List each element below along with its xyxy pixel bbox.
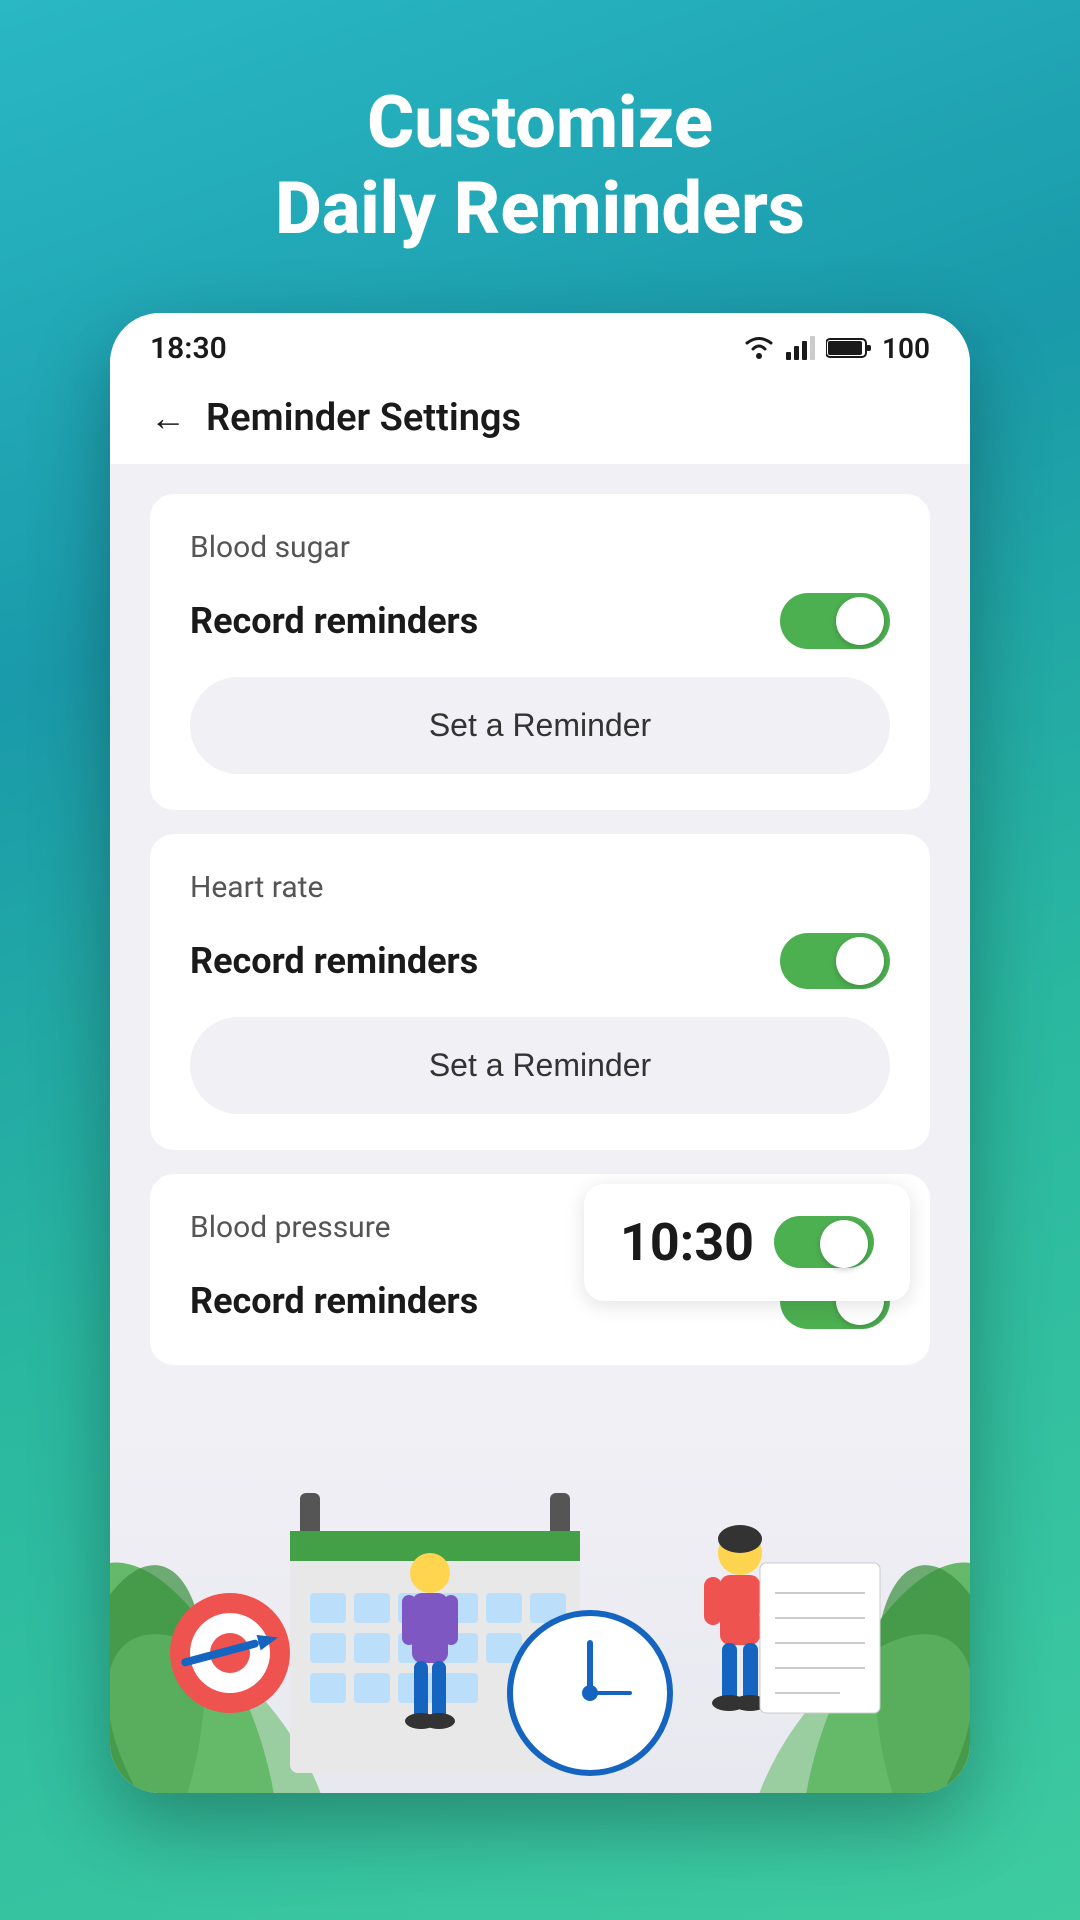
status-time: 18:30 <box>150 331 227 366</box>
heart-rate-toggle-row: Record reminders <box>190 933 890 989</box>
header-line1: Customize <box>275 80 805 166</box>
header-line2: Daily Reminders <box>275 166 805 252</box>
time-badge-toggle-knob <box>820 1220 868 1268</box>
blood-sugar-toggle-row: Record reminders <box>190 593 890 649</box>
wifi-icon <box>742 335 776 361</box>
blood-sugar-toggle-label: Record reminders <box>190 600 478 642</box>
blood-sugar-toggle[interactable] <box>780 593 890 649</box>
back-button[interactable]: ← <box>150 397 186 439</box>
time-badge: 10:30 <box>584 1184 910 1301</box>
blood-sugar-title: Blood sugar <box>190 530 890 565</box>
blood-sugar-set-reminder-button[interactable]: Set a Reminder <box>190 677 890 774</box>
blood-sugar-toggle-knob <box>836 597 884 645</box>
blood-pressure-card-wrapper: Blood pressure Record reminders 10:30 <box>150 1174 930 1365</box>
header-section: Customize Daily Reminders <box>275 80 805 253</box>
heart-rate-set-reminder-button[interactable]: Set a Reminder <box>190 1017 890 1114</box>
status-icons: 100 <box>742 332 930 365</box>
time-badge-toggle[interactable] <box>774 1216 874 1268</box>
heart-rate-toggle-label: Record reminders <box>190 940 478 982</box>
heart-rate-card: Heart rate Record reminders Set a Remind… <box>150 834 930 1150</box>
battery-label: 100 <box>882 332 930 365</box>
top-bar: ← Reminder Settings <box>110 376 970 464</box>
battery-icon <box>826 336 872 360</box>
heart-rate-toggle-knob <box>836 937 884 985</box>
phone-frame: 18:30 100 <box>110 313 970 1793</box>
time-badge-text: 10:30 <box>620 1212 754 1273</box>
signal-icon <box>786 336 816 360</box>
heart-rate-title: Heart rate <box>190 870 890 905</box>
heart-rate-toggle[interactable] <box>780 933 890 989</box>
blood-pressure-toggle-label: Record reminders <box>190 1280 478 1322</box>
illustration-svg <box>110 1413 970 1793</box>
status-bar: 18:30 100 <box>110 313 970 376</box>
blood-sugar-card: Blood sugar Record reminders Set a Remin… <box>150 494 930 810</box>
page-title: Reminder Settings <box>206 396 521 440</box>
illustration-area <box>110 1413 970 1793</box>
